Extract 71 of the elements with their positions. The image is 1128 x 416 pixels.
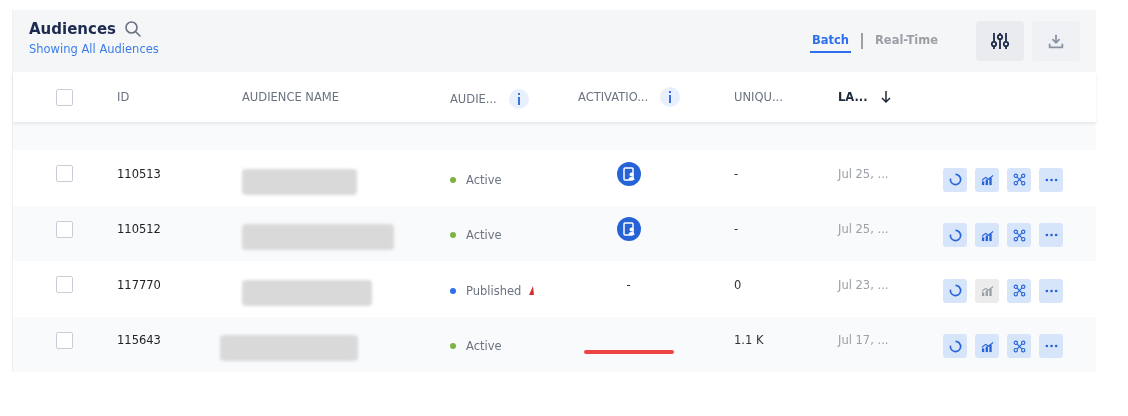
status-text: Active [466,172,502,187]
more-icon [1044,177,1058,182]
more-button[interactable] [1039,167,1063,192]
audience-id: 110513 [117,166,161,181]
audience-id: 117770 [117,277,161,292]
status-text: Active [466,339,502,354]
refresh-icon [948,284,962,298]
refresh-icon [948,339,962,353]
network-button[interactable] [1007,167,1031,192]
info-icon[interactable] [660,87,681,107]
last-updated: Jul 23, ... [838,277,889,292]
info-icon[interactable] [508,89,529,109]
more-button[interactable] [1039,223,1063,248]
filter-link[interactable]: Showing All Audiences [29,42,810,56]
network-icon [1012,228,1026,242]
more-button[interactable] [1039,278,1063,303]
network-button[interactable] [1007,278,1031,303]
chart-button[interactable] [975,223,999,248]
more-icon [1044,233,1058,238]
column-header[interactable]: ID [117,90,130,104]
last-updated: Jul 25, ... [838,166,889,181]
chart-button[interactable] [975,334,999,359]
network-icon [1012,339,1026,353]
activation-icon[interactable] [616,161,641,186]
status-text: Active [466,228,502,243]
refresh-button[interactable] [943,223,967,248]
unique-count: 1.1 K [734,333,764,348]
refresh-button[interactable] [943,167,967,192]
column-header[interactable]: AUDIENCE NAME [242,90,339,104]
mode-tab[interactable]: Batch [809,29,851,53]
row-checkbox[interactable] [56,276,73,294]
sort-arrow-icon[interactable] [879,90,892,104]
bar-chart-icon [980,173,994,187]
more-icon [1044,344,1058,349]
bar-chart-icon [980,339,994,353]
settings-icon [990,31,1010,51]
unique-count: - [734,166,739,181]
page-title: Audiences [29,20,116,38]
status-text: Published [466,283,522,298]
audience-id: 115643 [117,333,161,348]
unique-count: - [734,222,739,237]
network-button[interactable] [1007,223,1031,248]
refresh-button[interactable] [943,278,967,303]
settings-button[interactable] [976,21,1024,61]
search-icon[interactable] [124,20,142,38]
more-icon [1044,288,1058,293]
last-updated: Jul 17, ... [838,333,889,348]
network-button[interactable] [1007,334,1031,359]
audience-id: 110512 [117,222,161,237]
row-checkbox[interactable] [56,220,73,238]
unique-count: 0 [734,277,742,292]
activation-text: - [626,277,631,292]
refresh-icon [948,173,962,187]
download-icon [1047,32,1065,50]
column-header[interactable]: ACTIVATIO... [578,87,681,107]
network-icon [1012,173,1026,187]
column-header[interactable]: UNIQU... [734,90,783,104]
last-updated: Jul 25, ... [838,222,889,237]
column-header[interactable]: AUDIE... [450,89,529,109]
activation-icon[interactable] [616,217,641,242]
chart-button[interactable] [975,167,999,192]
refresh-button[interactable] [943,334,967,359]
bar-chart-icon [980,284,994,298]
select-all-checkbox[interactable] [56,88,73,106]
row-checkbox[interactable] [56,331,73,349]
more-button[interactable] [1039,334,1063,359]
network-icon [1012,284,1026,298]
row-checkbox[interactable] [56,165,73,183]
column-header[interactable]: LA... [838,90,892,104]
bar-chart-icon [980,228,994,242]
refresh-icon [948,228,962,242]
